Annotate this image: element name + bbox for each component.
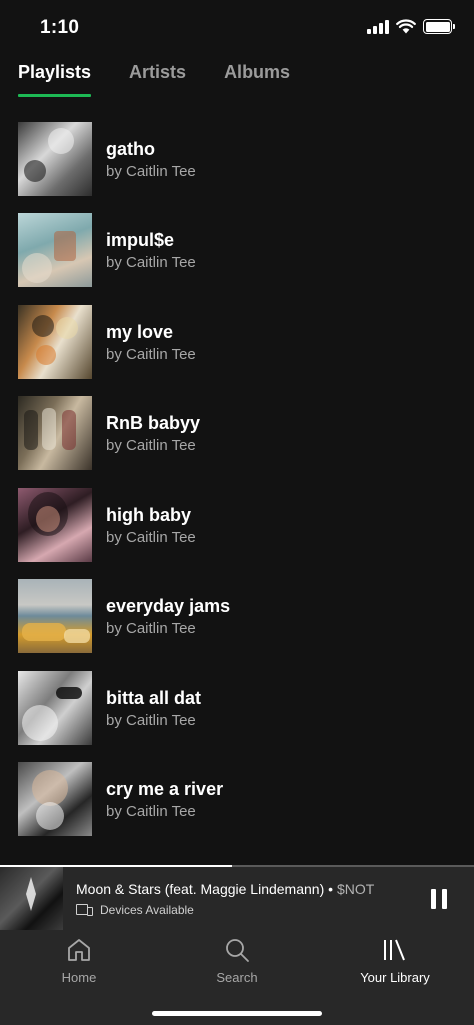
home-indicator: [152, 1011, 322, 1016]
playlist-cover-image: [18, 579, 92, 654]
playlist-item[interactable]: my love by Caitlin Tee: [18, 296, 474, 388]
nav-search[interactable]: Search: [177, 936, 297, 985]
status-icons: [367, 19, 455, 34]
playlist-owner: by Caitlin Tee: [106, 711, 196, 729]
playlist-cover-image: [18, 487, 92, 562]
playlist-item[interactable]: RnB babyy by Caitlin Tee: [18, 388, 474, 480]
wifi-icon: [396, 19, 416, 34]
playlist-item[interactable]: cry me a river by Caitlin Tee: [18, 754, 474, 846]
playlist-cover-image: [18, 762, 92, 837]
now-playing-separator: •: [324, 880, 337, 897]
playlist-owner: by Caitlin Tee: [106, 345, 196, 363]
status-time: 1:10: [40, 17, 80, 38]
playlist-item[interactable]: impul$e by Caitlin Tee: [18, 205, 474, 297]
playlist-list: gatho by Caitlin Tee impul$e by Caitlin …: [18, 113, 474, 845]
now-playing-track: Moon & Stars (feat. Maggie Lindemann): [76, 880, 325, 897]
playlist-owner: by Caitlin Tee: [106, 162, 196, 180]
pause-icon: [431, 888, 436, 909]
playlist-item[interactable]: bitta all dat by Caitlin Tee: [18, 662, 474, 754]
tab-artists[interactable]: Artists: [129, 62, 186, 97]
playlist-cover-image: [18, 670, 92, 745]
playlist-item[interactable]: everyday jams by Caitlin Tee: [18, 571, 474, 663]
tab-playlists[interactable]: Playlists: [18, 62, 92, 97]
playlist-title: cry me a river: [106, 779, 224, 800]
now-playing-title-line: Moon & Stars (feat. Maggie Lindemann) • …: [76, 881, 424, 897]
devices-label: Devices Available: [100, 902, 194, 917]
playlist-title: everyday jams: [106, 596, 231, 617]
playlist-owner: by Caitlin Tee: [106, 620, 196, 638]
playlist-title: bitta all dat: [106, 687, 202, 708]
playlist-item[interactable]: gatho by Caitlin Tee: [18, 113, 474, 205]
playlist-title: my love: [106, 321, 174, 342]
playlist-title: RnB babyy: [106, 413, 201, 434]
playlist-owner: by Caitlin Tee: [106, 254, 196, 272]
now-playing-bar[interactable]: Moon & Stars (feat. Maggie Lindemann) • …: [0, 867, 474, 930]
bottom-nav: Home Search Your Library: [0, 930, 474, 1025]
playlist-cover-image: [18, 304, 92, 379]
playlist-title: impul$e: [106, 230, 175, 251]
now-playing-album-art: [0, 867, 63, 930]
playlist-cover-image: [18, 121, 92, 196]
playlist-owner: by Caitlin Tee: [106, 803, 196, 821]
library-icon: [381, 936, 409, 964]
nav-home-label: Home: [61, 970, 97, 985]
playlist-owner: by Caitlin Tee: [106, 437, 196, 455]
playlist-cover-image: [18, 213, 92, 288]
nav-your-library[interactable]: Your Library: [335, 936, 455, 985]
playlist-owner: by Caitlin Tee: [106, 528, 196, 546]
status-bar: 1:10: [0, 0, 474, 56]
home-icon: [65, 936, 93, 964]
playlist-title: gatho: [106, 138, 155, 159]
devices-icon: [76, 904, 93, 916]
search-icon: [223, 936, 251, 964]
cellular-signal-icon: [367, 19, 389, 34]
playlist-cover-image: [18, 396, 92, 471]
playlist-item[interactable]: high baby by Caitlin Tee: [18, 479, 474, 571]
nav-your-library-label: Your Library: [360, 970, 430, 985]
nav-search-label: Search: [216, 970, 258, 985]
tab-albums[interactable]: Albums: [224, 62, 290, 97]
now-playing-artist: $NOT: [336, 880, 375, 897]
library-tabs: Playlists Artists Albums: [18, 62, 290, 97]
battery-icon: [423, 19, 455, 34]
devices-available-button[interactable]: Devices Available: [76, 903, 424, 917]
playlist-title: high baby: [106, 504, 191, 525]
nav-home[interactable]: Home: [19, 936, 139, 985]
pause-button[interactable]: [424, 884, 454, 914]
